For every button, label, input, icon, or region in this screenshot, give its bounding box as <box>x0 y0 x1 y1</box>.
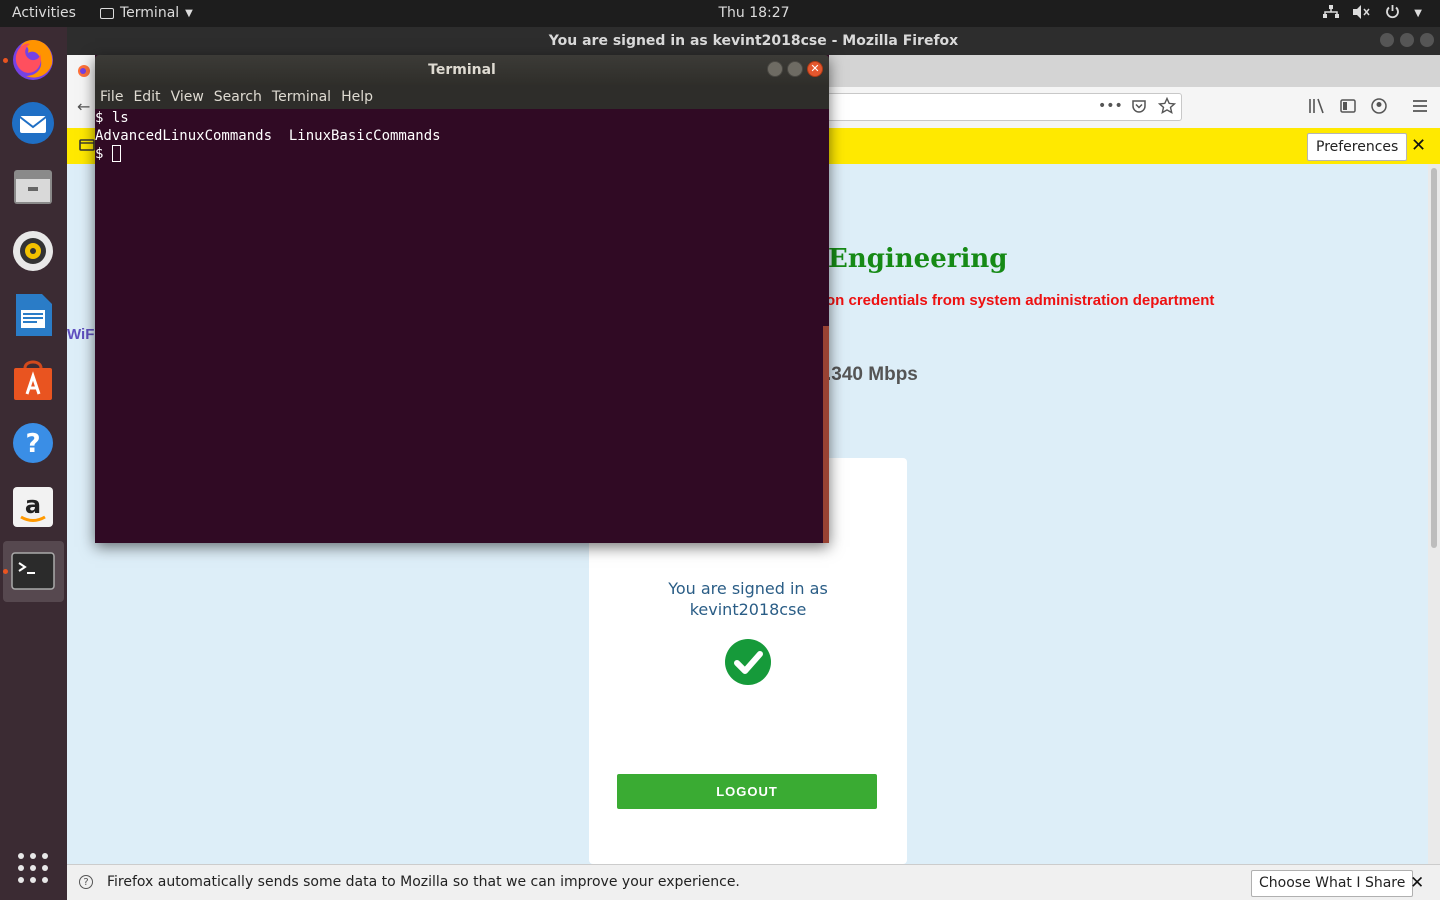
firefox-titlebar: You are signed in as kevint2018cse - Moz… <box>67 27 1440 55</box>
maximize-button[interactable] <box>787 61 803 77</box>
show-applications-icon[interactable] <box>9 844 57 892</box>
maximize-button[interactable] <box>1400 33 1414 47</box>
terminal-menubar: File Edit View Search Terminal Help <box>95 85 829 109</box>
url-bar[interactable]: ••• <box>827 93 1182 121</box>
thunderbird-icon[interactable] <box>9 99 57 147</box>
close-button[interactable] <box>1420 33 1434 47</box>
terminal-output[interactable]: $ ls AdvancedLinuxCommands LinuxBasicCom… <box>95 109 829 543</box>
terminal-icon[interactable] <box>9 547 57 595</box>
minimize-button[interactable] <box>1380 33 1394 47</box>
network-icon[interactable] <box>1323 4 1340 23</box>
close-button[interactable]: ✕ <box>807 61 823 77</box>
power-icon[interactable] <box>1385 4 1400 23</box>
system-tray[interactable]: ▼ <box>1323 4 1422 23</box>
text-cursor <box>111 145 121 162</box>
checkmark-icon <box>725 639 771 685</box>
pocket-icon[interactable] <box>1131 98 1147 118</box>
terminal-window[interactable]: Terminal ✕ File Edit View Search Termina… <box>95 55 829 543</box>
sidebar-icon[interactable] <box>1340 98 1356 118</box>
scrollbar-thumb[interactable] <box>1431 168 1437 548</box>
data-reporting-message: Firefox automatically sends some data to… <box>107 874 740 890</box>
files-icon[interactable] <box>9 163 57 211</box>
help-icon[interactable]: ? <box>9 419 57 467</box>
page-actions-icon[interactable]: ••• <box>1098 98 1123 114</box>
library-icon[interactable] <box>1308 98 1326 118</box>
running-indicator <box>3 569 8 574</box>
menu-search[interactable]: Search <box>209 85 267 109</box>
page-heading: Engineering <box>828 244 1008 274</box>
volume-muted-icon[interactable] <box>1353 4 1371 23</box>
libreoffice-writer-icon[interactable] <box>9 291 57 339</box>
hamburger-menu-icon[interactable] <box>1412 98 1428 117</box>
rhythmbox-icon[interactable] <box>9 227 57 275</box>
firefox-window-controls <box>1380 33 1434 47</box>
close-icon[interactable]: ✕ <box>1410 873 1424 893</box>
firefox-favicon-icon <box>77 63 91 82</box>
ubuntu-software-icon[interactable] <box>9 355 57 403</box>
account-icon[interactable] <box>1371 98 1387 118</box>
menu-terminal[interactable]: Terminal <box>267 85 336 109</box>
speed-readout: .340 Mbps <box>826 364 918 385</box>
signed-in-line: You are signed in as <box>668 579 828 598</box>
chevron-down-icon[interactable]: ▼ <box>1414 8 1422 19</box>
dock: ? a <box>0 27 67 900</box>
preferences-button[interactable]: Preferences <box>1307 133 1408 161</box>
terminal-titlebar[interactable]: Terminal ✕ <box>95 55 829 85</box>
username-label: kevint2018cse <box>689 600 807 619</box>
terminal-title: Terminal <box>428 62 496 78</box>
minimize-button[interactable] <box>767 61 783 77</box>
credentials-notice: on credentials from system administratio… <box>826 292 1215 309</box>
amazon-icon[interactable]: a <box>9 483 57 531</box>
menu-help[interactable]: Help <box>336 85 378 109</box>
wifi-label: WiFi <box>67 326 99 343</box>
choose-what-i-share-button[interactable]: Choose What I Share <box>1251 870 1414 897</box>
bookmark-star-icon[interactable] <box>1157 96 1177 119</box>
back-button-icon[interactable]: ← <box>77 97 90 116</box>
svg-text:?: ? <box>25 429 40 459</box>
info-question-icon: ? <box>79 875 93 889</box>
terminal-line: AdvancedLinuxCommands LinuxBasicCommands <box>95 128 441 144</box>
menu-file[interactable]: File <box>95 85 128 109</box>
page-scrollbar[interactable] <box>1428 164 1440 864</box>
terminal-scroll-indicator <box>823 326 829 543</box>
terminal-prompt-line: $ <box>95 145 829 163</box>
signed-in-message: You are signed in as kevint2018cse <box>589 578 907 620</box>
running-indicator <box>3 58 8 63</box>
terminal-window-controls: ✕ <box>767 61 823 77</box>
svg-text:a: a <box>25 491 41 519</box>
data-reporting-bar: ? Firefox automatically sends some data … <box>67 864 1440 900</box>
menu-view[interactable]: View <box>166 85 209 109</box>
clock[interactable]: Thu 18:27 <box>0 5 1440 21</box>
logout-button[interactable]: LOGOUT <box>617 774 877 809</box>
menu-edit[interactable]: Edit <box>128 85 165 109</box>
top-bar: Activities Terminal ▼ Thu 18:27 ▼ <box>0 0 1440 27</box>
terminal-prompt: $ <box>95 146 112 162</box>
firefox-icon[interactable] <box>9 35 57 83</box>
close-icon[interactable]: ✕ <box>1411 135 1426 156</box>
firefox-window-title: You are signed in as kevint2018cse - Moz… <box>548 33 959 49</box>
terminal-line: $ ls <box>95 110 129 126</box>
